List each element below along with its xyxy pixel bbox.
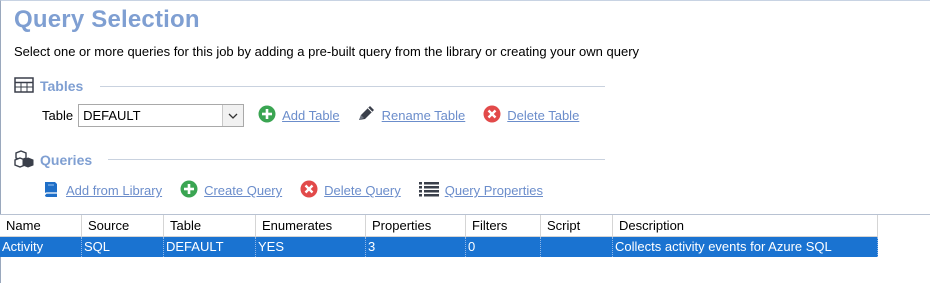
queries-grid: Name Source Table Enumerates Properties … (0, 214, 930, 283)
queries-heading: Queries (40, 152, 93, 168)
cell-properties: 3 (366, 237, 466, 257)
queries-divider (108, 159, 605, 160)
cell-enumerates: YES (256, 237, 366, 257)
add-table-button[interactable]: Add Table (258, 105, 340, 126)
tables-divider (100, 86, 605, 87)
delete-table-label: Delete Table (507, 108, 580, 123)
table-grid-icon (14, 76, 34, 96)
queries-toolbar: Add from Library Create Query Delete Que… (42, 180, 543, 201)
queries-section-header: Queries (14, 149, 93, 171)
column-header-name[interactable]: Name (0, 215, 82, 237)
tables-section-header: Tables (14, 76, 83, 96)
delete-circle-icon (300, 180, 318, 201)
query-properties-button[interactable]: Query Properties (418, 181, 543, 200)
table-row[interactable]: Activity SQL DEFAULT YES 3 0 Collects ac… (0, 237, 878, 257)
table-select[interactable]: DEFAULT (78, 104, 245, 127)
add-circle-icon (180, 180, 198, 201)
table-select-value: DEFAULT (83, 108, 141, 123)
column-header-source[interactable]: Source (82, 215, 164, 237)
rename-table-button[interactable]: Rename Table (356, 105, 466, 126)
column-header-properties[interactable]: Properties (366, 215, 466, 237)
tables-heading: Tables (40, 78, 84, 94)
page-subtitle: Select one or more queries for this job … (14, 44, 640, 59)
add-table-label: Add Table (282, 108, 340, 123)
cell-table: DEFAULT (164, 237, 256, 257)
cell-description: Collects activity events for Azure SQL (613, 237, 878, 257)
delete-table-button[interactable]: Delete Table (483, 105, 579, 126)
tables-toolbar: Table DEFAULT Add Table Rename Table Del… (42, 104, 579, 127)
pencil-icon (356, 105, 376, 126)
create-query-button[interactable]: Create Query (180, 180, 282, 201)
cell-name: Activity (0, 237, 82, 257)
add-from-library-button[interactable]: Add from Library (42, 180, 162, 201)
page-title: Query Selection (14, 6, 200, 33)
column-header-enumerates[interactable]: Enumerates (256, 215, 366, 237)
column-header-table[interactable]: Table (164, 215, 256, 237)
cell-filters: 0 (466, 237, 541, 257)
create-query-label: Create Query (204, 183, 283, 198)
delete-query-button[interactable]: Delete Query (300, 180, 401, 201)
rename-table-label: Rename Table (381, 108, 466, 123)
delete-query-label: Delete Query (324, 183, 401, 198)
column-header-script[interactable]: Script (541, 215, 613, 237)
cubes-icon (14, 149, 34, 171)
query-properties-label: Query Properties (444, 183, 543, 198)
table-field-label: Table (42, 108, 74, 123)
cell-script (541, 237, 613, 257)
chevron-down-icon[interactable] (222, 105, 244, 126)
grid-header-row: Name Source Table Enumerates Properties … (0, 215, 878, 237)
cell-source: SQL (82, 237, 164, 257)
column-header-filters[interactable]: Filters (466, 215, 541, 237)
delete-circle-icon (483, 105, 501, 126)
list-icon (418, 181, 439, 200)
column-header-description[interactable]: Description (613, 215, 878, 237)
add-circle-icon (258, 105, 276, 126)
book-icon (42, 180, 60, 201)
add-from-library-label: Add from Library (66, 183, 163, 198)
